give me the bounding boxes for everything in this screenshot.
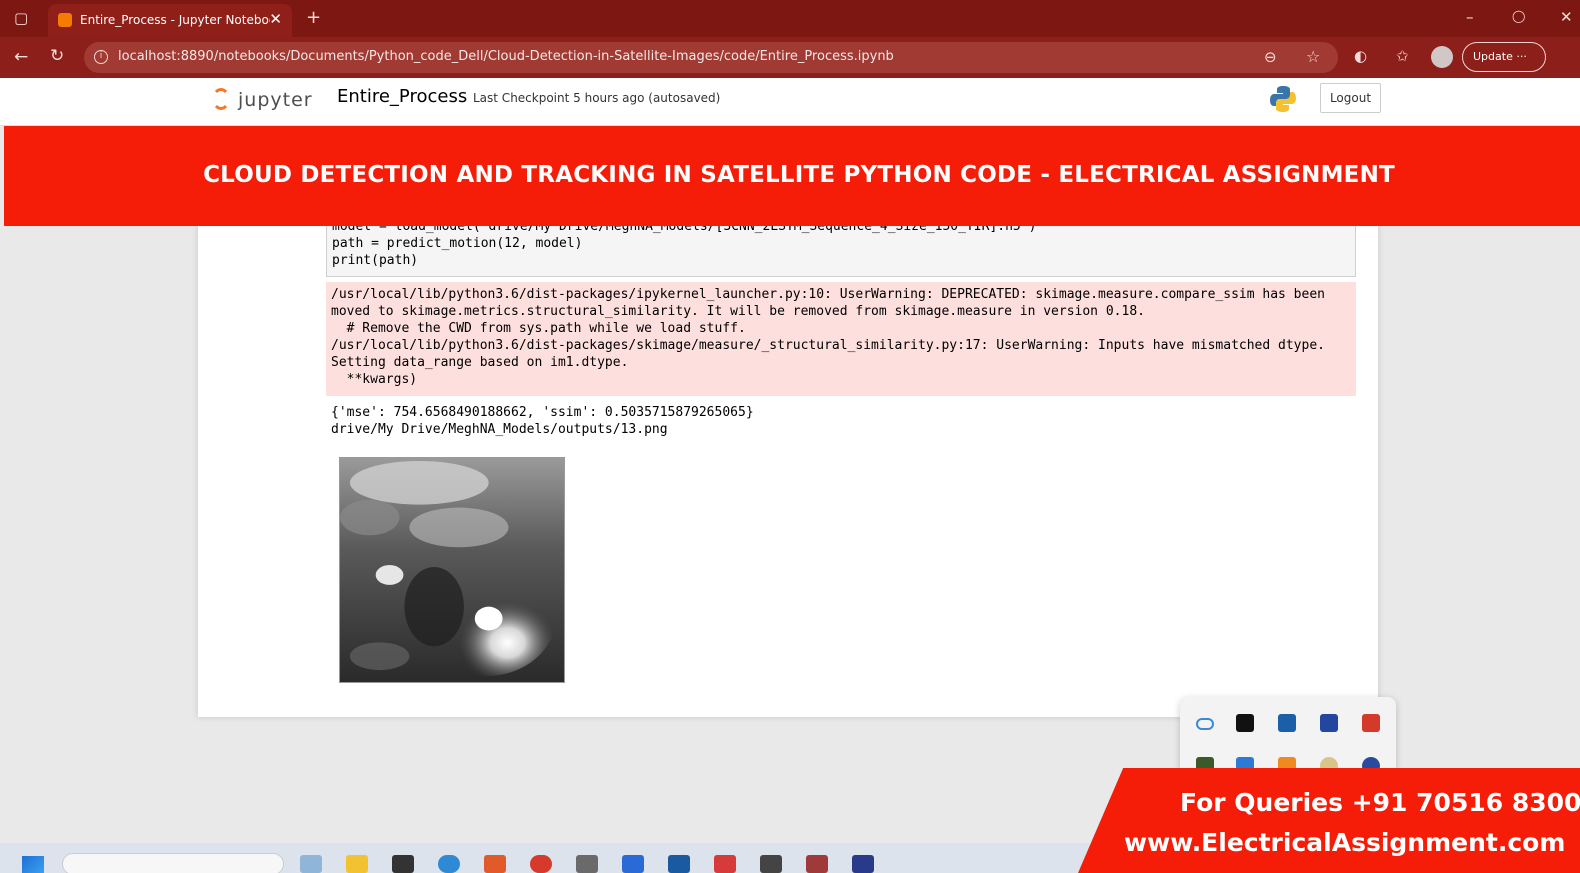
new-tab-icon[interactable]: + bbox=[306, 7, 321, 28]
back-icon[interactable]: ← bbox=[14, 47, 28, 67]
reload-icon[interactable]: ↻ bbox=[50, 46, 64, 66]
app-icon[interactable] bbox=[668, 855, 690, 873]
code-line: path = predict_motion(12, model) bbox=[332, 236, 583, 251]
file-explorer-icon[interactable] bbox=[346, 855, 368, 873]
app-tray-icon[interactable] bbox=[1320, 714, 1338, 732]
restore-icon[interactable]: ◯ bbox=[1512, 9, 1525, 23]
code-cell-input[interactable]: model = load_model('drive/My Drive/MeghN… bbox=[326, 226, 1356, 277]
site-info-icon[interactable]: i bbox=[94, 50, 108, 64]
update-button[interactable]: Update ··· bbox=[1462, 42, 1546, 72]
banner-title: CLOUD DETECTION AND TRACKING IN SATELLIT… bbox=[203, 162, 1395, 188]
notebook-name[interactable]: Entire_Process bbox=[337, 86, 467, 107]
tab-title: Entire_Process - Jupyter Noteboo bbox=[80, 13, 270, 27]
extensions-icon[interactable]: ◐ bbox=[1354, 47, 1367, 65]
onedrive-icon[interactable] bbox=[1196, 718, 1214, 730]
window-close-icon[interactable]: ✕ bbox=[1560, 8, 1573, 26]
reader-icon[interactable]: ⊖ bbox=[1264, 48, 1277, 66]
stderr-output: /usr/local/lib/python3.6/dist-packages/i… bbox=[326, 282, 1356, 396]
favorites-icon[interactable]: ✩ bbox=[1396, 47, 1409, 65]
contact-phone: For Queries +91 70516 83009 bbox=[1180, 788, 1580, 817]
stderr-line: **kwargs) bbox=[331, 372, 418, 387]
app-icon[interactable] bbox=[852, 855, 874, 873]
stderr-line: moved to skimage.metrics.structural_simi… bbox=[331, 304, 1145, 319]
favorite-star-icon[interactable]: ☆ bbox=[1306, 47, 1320, 66]
minimize-icon[interactable]: – bbox=[1466, 8, 1474, 26]
checkpoint-status: Last Checkpoint 5 hours ago (autosaved) bbox=[473, 91, 721, 105]
stderr-line: /usr/local/lib/python3.6/dist-packages/s… bbox=[331, 338, 1325, 353]
jupyter-logo-icon bbox=[212, 88, 230, 110]
profile-avatar[interactable] bbox=[1431, 46, 1453, 68]
jupyter-favicon-icon bbox=[58, 13, 72, 27]
tab-entire-process[interactable]: Entire_Process - Jupyter Noteboo ✕ bbox=[48, 4, 292, 37]
app-b-icon[interactable] bbox=[1362, 714, 1380, 732]
jupyter-header: jupyter Entire_Process Last Checkpoint 5… bbox=[0, 78, 1580, 126]
app-icon[interactable] bbox=[484, 855, 506, 873]
url-field[interactable]: i localhost:8890/notebooks/Documents/Pyt… bbox=[84, 42, 1338, 73]
satellite-cloud-image bbox=[339, 457, 565, 683]
app-icon[interactable] bbox=[806, 855, 828, 873]
browser-tab-bar: ▢ Entire_Process - Jupyter Noteboo ✕ + –… bbox=[0, 0, 1580, 37]
app-k-icon[interactable] bbox=[1278, 714, 1296, 732]
contact-website: www.ElectricalAssignment.com bbox=[1124, 828, 1566, 857]
app-m-icon[interactable] bbox=[1236, 714, 1254, 732]
stderr-line: Setting data_range based on im1.dtype. bbox=[331, 355, 629, 370]
stdout-output: {'mse': 754.6568490188662, 'ssim': 0.503… bbox=[331, 404, 754, 438]
code-lines: model = load_model('drive/My Drive/MeghN… bbox=[332, 226, 1036, 269]
title-banner: CLOUD DETECTION AND TRACKING IN SATELLIT… bbox=[4, 126, 1580, 226]
python-kernel-icon bbox=[1270, 86, 1296, 112]
task-view-icon[interactable] bbox=[300, 855, 322, 873]
contact-banner: For Queries +91 70516 83009 www.Electric… bbox=[1078, 768, 1580, 873]
calendar-icon[interactable] bbox=[622, 855, 644, 873]
stderr-line: # Remove the CWD from sys.path while we … bbox=[331, 321, 746, 336]
notebook-container: model = load_model('drive/My Drive/MeghN… bbox=[198, 226, 1378, 717]
logout-button[interactable]: Logout bbox=[1320, 83, 1381, 113]
windows-start-icon[interactable] bbox=[22, 856, 44, 873]
app-icon[interactable] bbox=[760, 855, 782, 873]
browser-address-bar: ← ↻ i localhost:8890/notebooks/Documents… bbox=[0, 37, 1580, 78]
tab-close-icon[interactable]: ✕ bbox=[269, 10, 282, 28]
app-icon[interactable] bbox=[714, 855, 736, 873]
terminal-icon[interactable] bbox=[392, 855, 414, 873]
edge-icon[interactable] bbox=[438, 855, 460, 873]
tab-actions-icon[interactable]: ▢ bbox=[14, 9, 28, 27]
windows-taskbar bbox=[0, 843, 1090, 873]
stdout-line: drive/My Drive/MeghNA_Models/outputs/13.… bbox=[331, 422, 668, 437]
jupyter-logo-text: jupyter bbox=[238, 89, 313, 111]
stdout-line: {'mse': 754.6568490188662, 'ssim': 0.503… bbox=[331, 405, 754, 420]
stderr-line: /usr/local/lib/python3.6/dist-packages/i… bbox=[331, 287, 1325, 302]
chrome-icon[interactable] bbox=[530, 855, 552, 873]
taskbar-search-input[interactable] bbox=[62, 853, 284, 873]
url-text: localhost:8890/notebooks/Documents/Pytho… bbox=[118, 49, 894, 64]
app-icon[interactable] bbox=[576, 855, 598, 873]
code-line: print(path) bbox=[332, 253, 419, 268]
code-line: model = load_model('drive/My Drive/MeghN… bbox=[332, 226, 1037, 234]
